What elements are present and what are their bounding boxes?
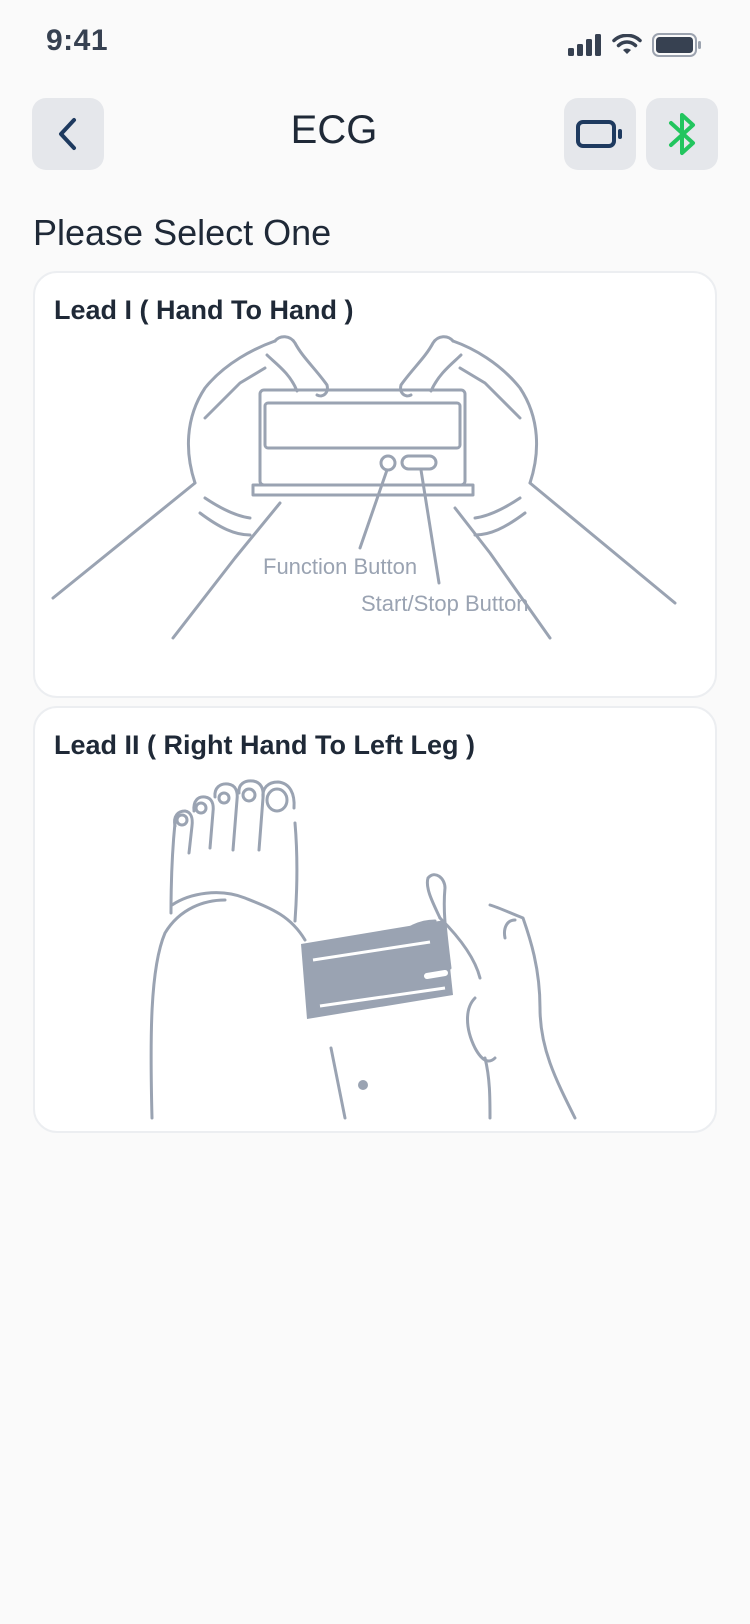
bluetooth-button[interactable] <box>646 98 718 170</box>
status-time: 9:41 <box>46 24 109 57</box>
lead-ii-illustration <box>149 779 577 1120</box>
lead-i-option-card[interactable]: Function Button Start/Stop Button Lead I… <box>33 271 717 698</box>
lead-i-illustration: Function Button Start/Stop Button <box>51 335 677 640</box>
lead-ii-title: Lead II ( Right Hand To Left Leg ) <box>54 730 475 760</box>
bluetooth-icon <box>669 113 695 155</box>
status-icons <box>568 30 702 60</box>
battery-icon <box>652 33 701 57</box>
section-title: Please Select One <box>33 212 332 253</box>
start-stop-button-label: Start/Stop Button <box>361 591 529 616</box>
lead-i-title: Lead I ( Hand To Hand ) <box>54 295 354 325</box>
device-button[interactable] <box>564 98 636 170</box>
lead-ii-option-card[interactable]: Lead II ( Right Hand To Left Leg ) <box>33 706 717 1133</box>
nav-bar: ECG <box>0 98 750 170</box>
signal-icon <box>568 34 601 56</box>
function-button-label: Function Button <box>263 554 417 579</box>
wifi-icon <box>612 34 642 54</box>
status-bar: 9:41 <box>0 0 750 88</box>
device-battery-icon <box>576 120 622 148</box>
